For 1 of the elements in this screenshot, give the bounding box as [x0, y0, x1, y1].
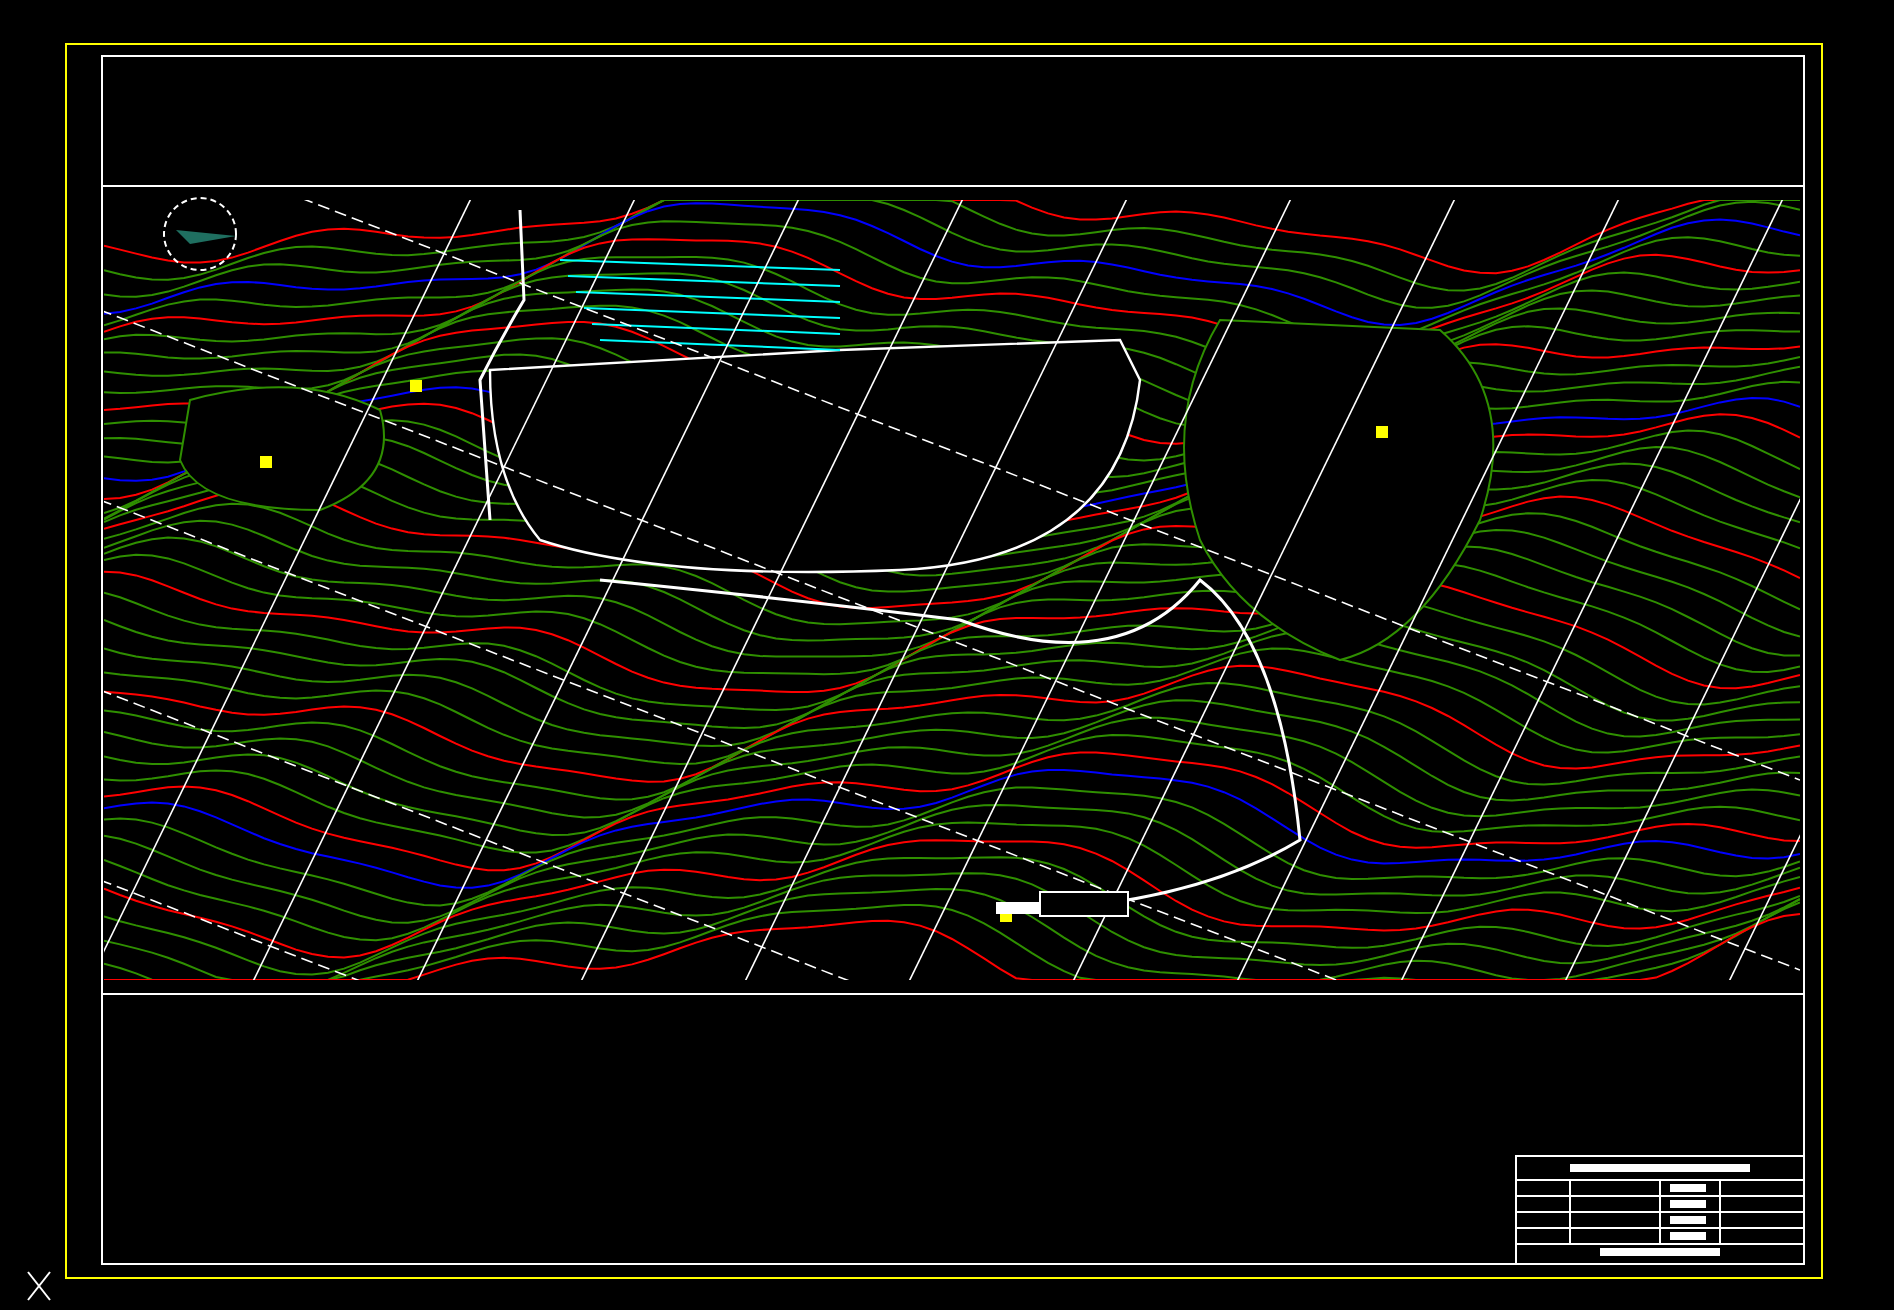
ucs-icon: [27, 1271, 51, 1301]
